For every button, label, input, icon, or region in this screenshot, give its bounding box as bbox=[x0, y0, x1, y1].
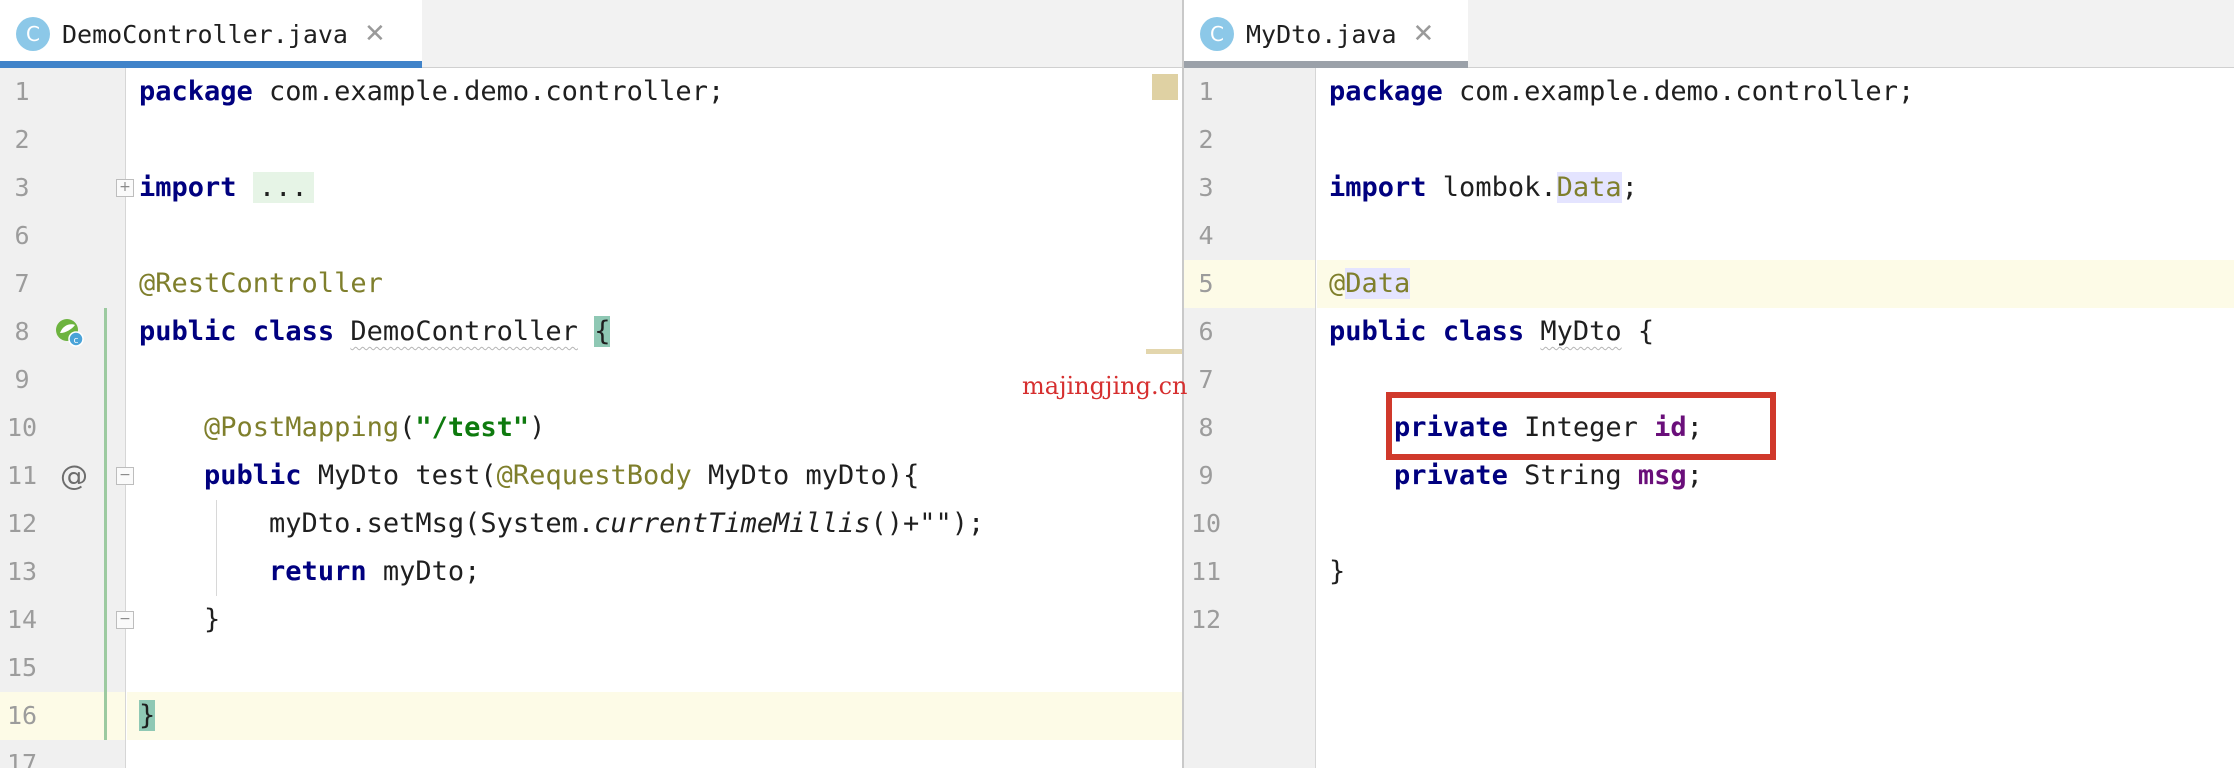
override-method-icon[interactable]: @ bbox=[60, 452, 88, 500]
indent-guide bbox=[216, 500, 217, 596]
code-line: } bbox=[204, 604, 221, 635]
line-number: 13 bbox=[6, 557, 38, 586]
code-line: import lombok.Data; bbox=[1329, 172, 1638, 203]
right-gutter: 1 2 3 4 5 6 7 8 9 10 11 12 bbox=[1184, 68, 1316, 768]
line-number: 11 bbox=[6, 461, 38, 490]
tab-title: MyDto.java bbox=[1246, 19, 1397, 49]
line-number: 11 bbox=[1190, 557, 1222, 586]
left-gutter: 1 2 3 6 7 8 9 10 11 12 13 14 15 16 17 + … bbox=[0, 68, 134, 768]
line-number: 6 bbox=[14, 221, 30, 250]
line-number: 1 bbox=[14, 77, 30, 106]
line-number: 9 bbox=[14, 365, 30, 394]
line-number: 8 bbox=[14, 317, 30, 346]
code-line: package com.example.demo.controller; bbox=[139, 76, 725, 107]
code-line: } bbox=[1329, 556, 1346, 587]
folded-imports[interactable]: ... bbox=[252, 172, 314, 203]
code-line: public class DemoController { bbox=[139, 316, 611, 347]
close-icon[interactable]: ✕ bbox=[364, 21, 386, 47]
line-number: 10 bbox=[1190, 509, 1222, 538]
code-line: public class MyDto { bbox=[1329, 316, 1655, 347]
line-number: 4 bbox=[1198, 221, 1214, 250]
line-number: 6 bbox=[1198, 317, 1214, 346]
left-code-area[interactable]: package com.example.demo.controller; imp… bbox=[127, 68, 1182, 768]
line-number: 8 bbox=[1198, 413, 1214, 442]
tab-title: DemoController.java bbox=[62, 19, 348, 49]
line-number: 7 bbox=[1198, 365, 1214, 394]
left-tab-bar: C DemoController.java ✕ bbox=[0, 0, 1182, 68]
java-class-icon: C bbox=[1200, 17, 1234, 51]
annotation-highlight-box bbox=[1386, 392, 1776, 460]
current-line: } bbox=[127, 692, 1182, 740]
code-line: @RestController bbox=[139, 268, 383, 299]
watermark: majingjing.cn bbox=[1022, 372, 1188, 400]
code-line: @PostMapping("/test") bbox=[204, 412, 546, 443]
line-number: 16 bbox=[6, 701, 38, 730]
code-line: import ... bbox=[127, 164, 1182, 212]
java-class-icon: C bbox=[16, 17, 50, 51]
line-number: 17 bbox=[6, 749, 38, 768]
left-code-editor[interactable]: 1 2 3 6 7 8 9 10 11 12 13 14 15 16 17 + … bbox=[0, 68, 1182, 768]
active-tab-indicator bbox=[0, 61, 422, 68]
line-number: 2 bbox=[14, 125, 30, 154]
line-number: 9 bbox=[1198, 461, 1214, 490]
error-stripe-mark[interactable] bbox=[1146, 349, 1182, 354]
line-number: 15 bbox=[6, 653, 38, 682]
svg-text:c: c bbox=[74, 336, 79, 346]
inactive-tab-indicator bbox=[1184, 61, 1468, 68]
right-editor-pane: C MyDto.java ✕ 1 2 3 4 5 6 7 8 9 10 11 1… bbox=[1184, 0, 2234, 768]
line-number: 7 bbox=[14, 269, 30, 298]
code-line: package com.example.demo.controller; bbox=[1329, 76, 1915, 107]
analysis-status-marker[interactable] bbox=[1152, 74, 1178, 100]
tab-democontroller[interactable]: C DemoController.java ✕ bbox=[0, 0, 422, 68]
line-number: 14 bbox=[6, 605, 38, 634]
code-line: return myDto; bbox=[269, 556, 481, 587]
tab-mydto[interactable]: C MyDto.java ✕ bbox=[1184, 0, 1468, 68]
close-icon[interactable]: ✕ bbox=[1413, 21, 1435, 47]
vcs-change-bar bbox=[104, 308, 107, 740]
line-number: 5 bbox=[1198, 269, 1214, 298]
line-number: 1 bbox=[1198, 77, 1214, 106]
current-line: @Data bbox=[1317, 260, 2234, 308]
line-number: 2 bbox=[1198, 125, 1214, 154]
line-number: 3 bbox=[14, 173, 30, 202]
line-number: 12 bbox=[1190, 605, 1222, 634]
line-number: 3 bbox=[1198, 173, 1214, 202]
line-number: 12 bbox=[6, 509, 38, 538]
code-line: myDto.setMsg(System.currentTimeMillis()+… bbox=[269, 508, 985, 539]
line-number: 10 bbox=[6, 413, 38, 442]
code-line: public MyDto test(@RequestBody MyDto myD… bbox=[204, 460, 920, 491]
left-editor-pane: C DemoController.java ✕ 1 2 3 6 7 8 9 10… bbox=[0, 0, 1182, 768]
right-tab-bar: C MyDto.java ✕ bbox=[1184, 0, 2234, 68]
spring-bean-icon[interactable]: c bbox=[54, 317, 84, 347]
